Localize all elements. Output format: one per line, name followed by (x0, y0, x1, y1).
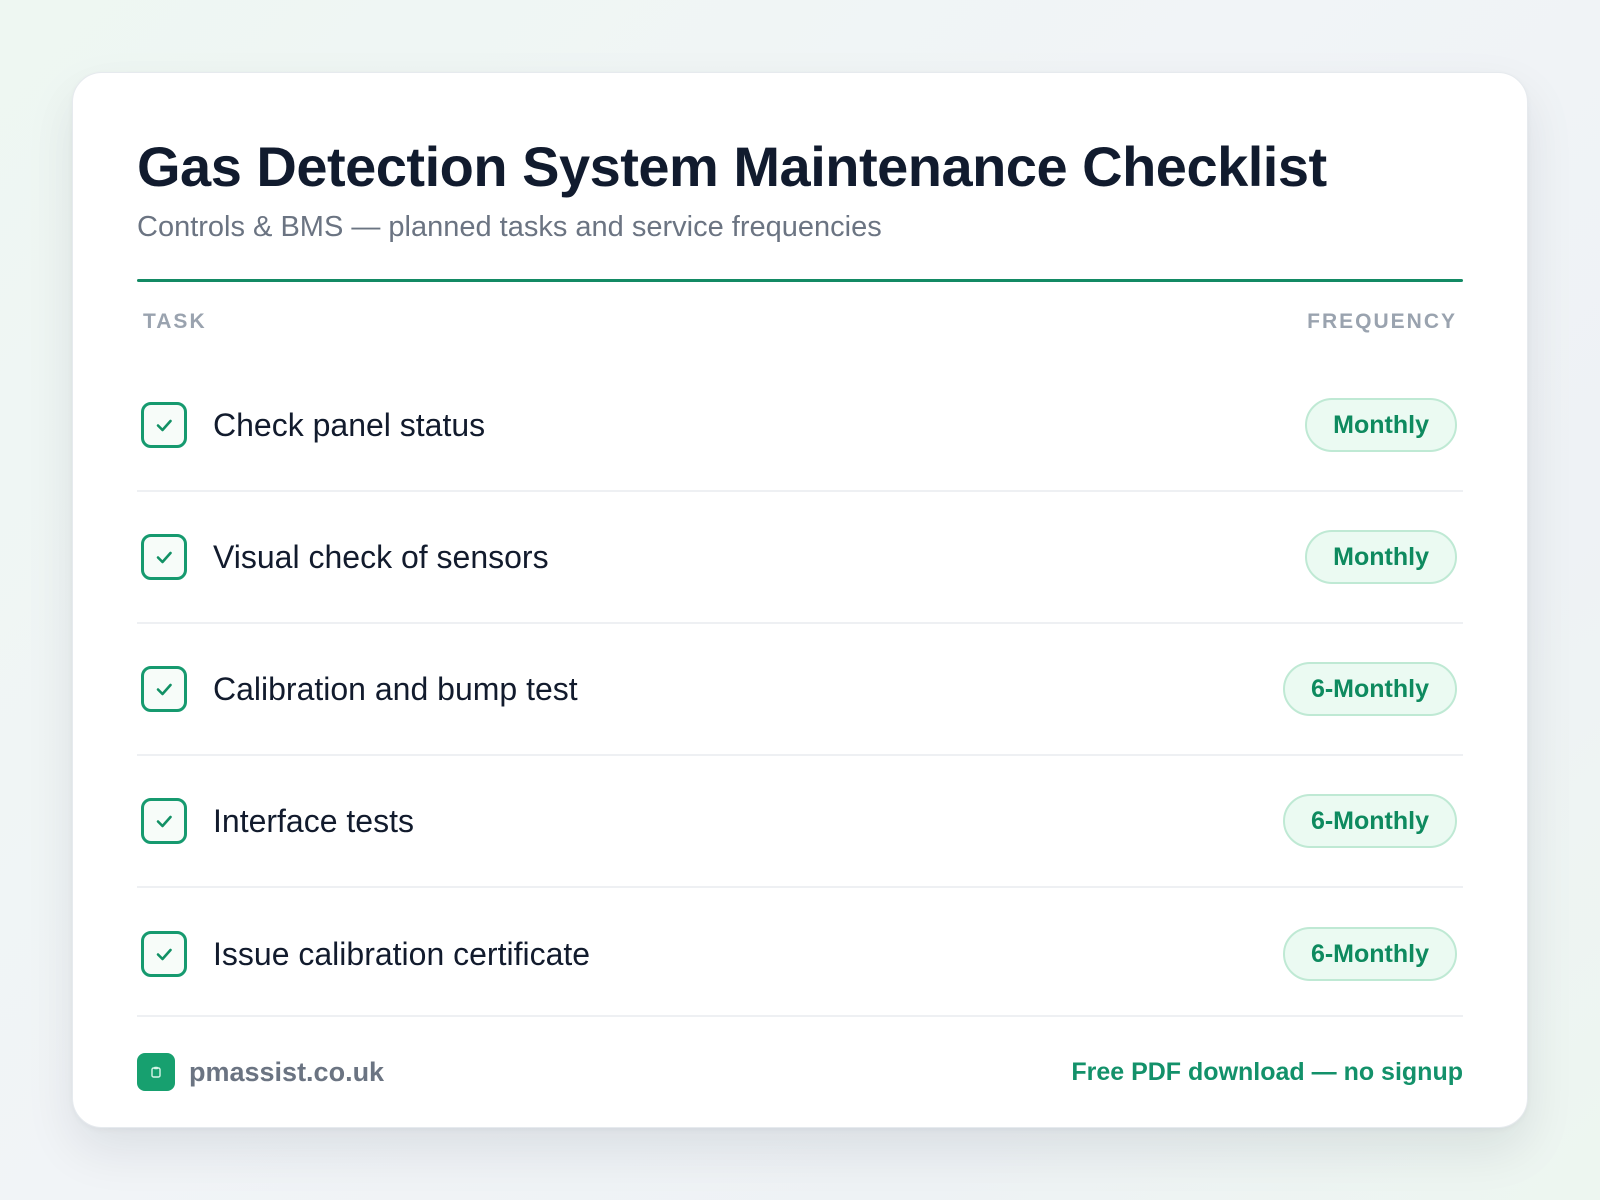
check-icon (156, 419, 172, 432)
task-row: Issue calibration certificate 6-Monthly (137, 888, 1463, 1020)
task-list: Check panel status Monthly Visual check … (137, 360, 1463, 1020)
frequency-badge: 6-Monthly (1282, 794, 1457, 848)
title-divider (137, 279, 1463, 282)
task-row: Visual check of sensors Monthly (137, 492, 1463, 624)
brand-logo (137, 1053, 175, 1091)
check-icon (156, 815, 172, 828)
task-checkbox[interactable] (141, 798, 187, 844)
frequency-badge: Monthly (1305, 398, 1457, 452)
clipboard-icon (151, 1066, 161, 1078)
check-icon (156, 551, 172, 564)
page-title: Gas Detection System Maintenance Checkli… (137, 135, 1327, 198)
task-row: Check panel status Monthly (137, 360, 1463, 492)
pdf-download-link[interactable]: Free PDF download — no signup (1071, 1058, 1463, 1087)
task-label: Visual check of sensors (213, 539, 549, 575)
task-checkbox[interactable] (141, 402, 187, 448)
column-header-task: TASK (143, 310, 207, 333)
task-label: Check panel status (213, 407, 486, 443)
frequency-badge: 6-Monthly (1282, 927, 1457, 981)
task-label: Issue calibration certificate (213, 936, 591, 972)
frequency-badge: Monthly (1305, 530, 1457, 584)
card-footer: pmassist.co.uk Free PDF download — no si… (137, 1015, 1463, 1127)
checklist-card: Gas Detection System Maintenance Checkli… (72, 72, 1528, 1128)
frequency-badge: 6-Monthly (1282, 662, 1457, 716)
task-checkbox[interactable] (141, 931, 187, 977)
page-subtitle: Controls & BMS — planned tasks and servi… (137, 211, 882, 243)
check-icon (156, 683, 172, 696)
task-checkbox[interactable] (141, 666, 187, 712)
column-header-frequency: FREQUENCY (1307, 310, 1457, 333)
site-link[interactable]: pmassist.co.uk (189, 1057, 384, 1088)
task-row: Interface tests 6-Monthly (137, 756, 1463, 888)
check-icon (156, 948, 172, 961)
task-row: Calibration and bump test 6-Monthly (137, 624, 1463, 756)
task-label: Calibration and bump test (213, 671, 578, 707)
task-checkbox[interactable] (141, 534, 187, 580)
task-label: Interface tests (213, 803, 414, 839)
column-headers: TASK FREQUENCY (137, 310, 1463, 334)
